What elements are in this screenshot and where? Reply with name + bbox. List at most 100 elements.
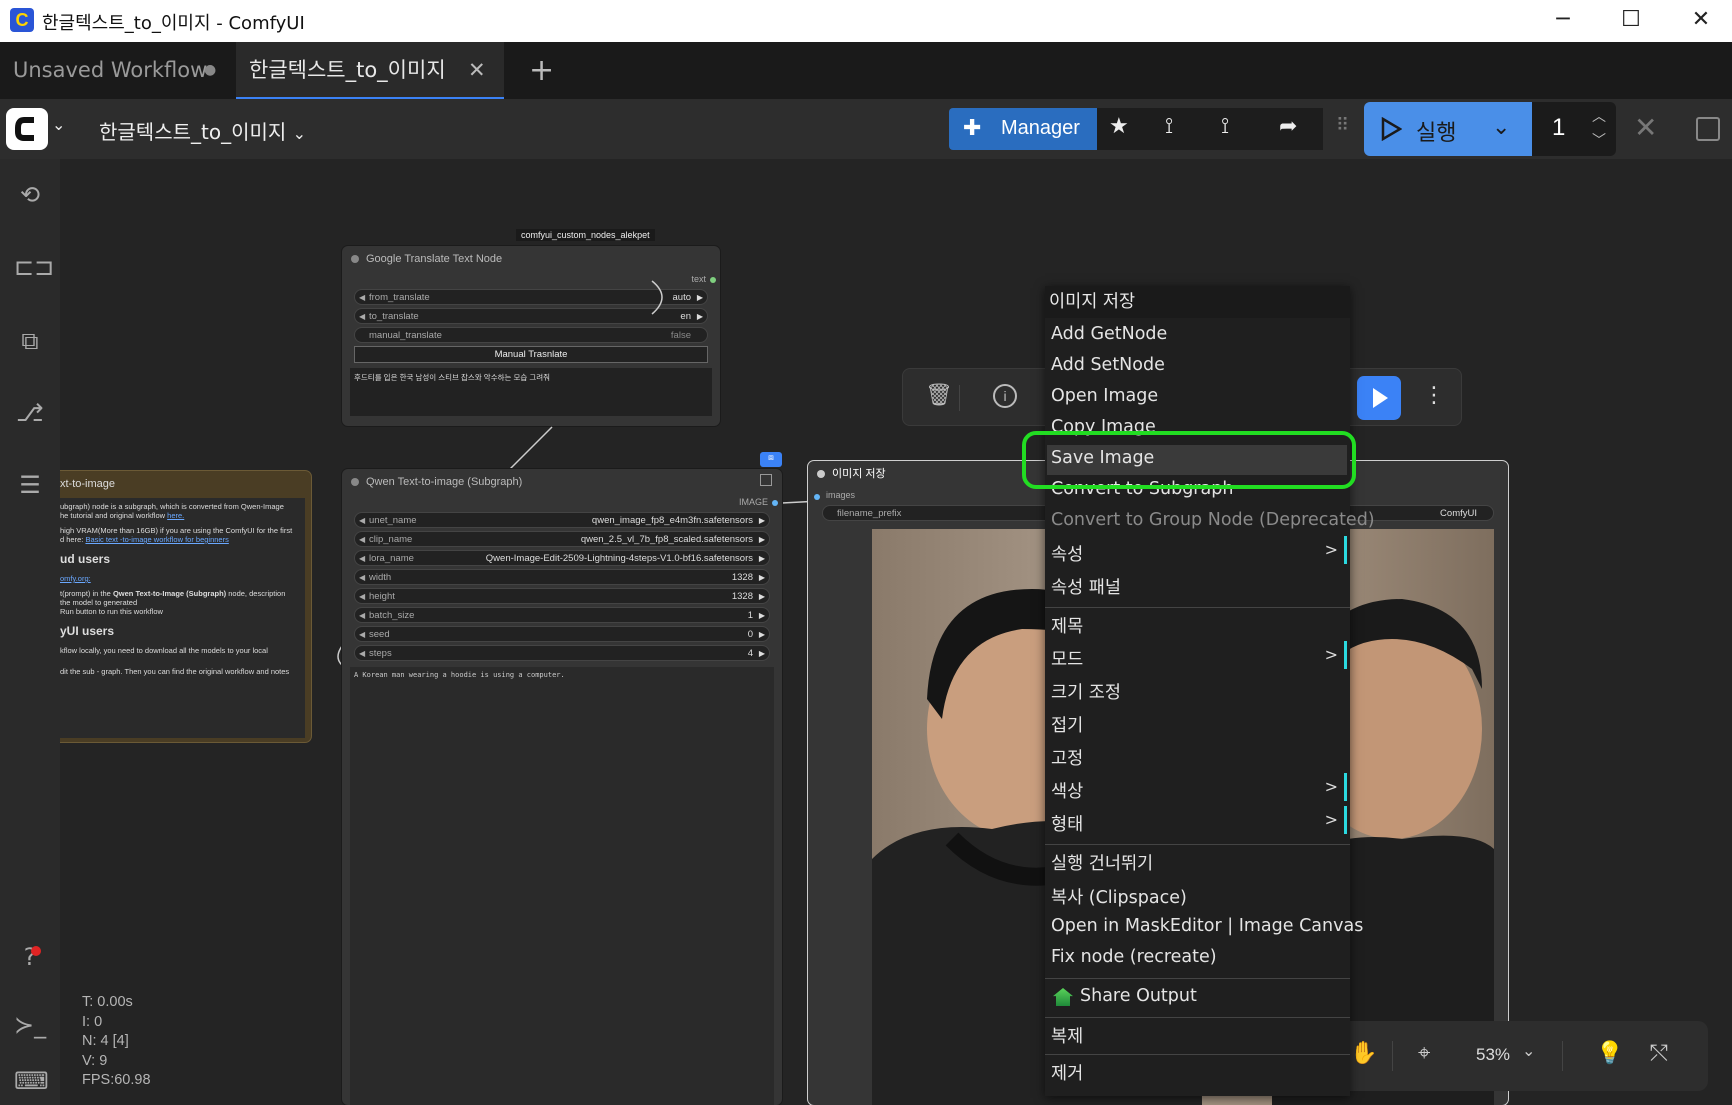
menu-item-open-maskeditor[interactable]: Open in MaskEditor | Image Canvas bbox=[1051, 916, 1363, 936]
menu-item-copy-clipspace[interactable]: 복사 (Clipspace) bbox=[1051, 884, 1187, 909]
widget-clip-name[interactable]: ◀ clip_name qwen_2.5_vl_7b_fp8_scaled.safe… bbox=[354, 531, 770, 547]
minimize-button[interactable]: ─ bbox=[1528, 0, 1598, 42]
widget-value: Qwen-Image-Edit-2509-Lightning-4steps-V1… bbox=[485, 553, 753, 564]
model-library-icon[interactable]: ⧉ bbox=[14, 325, 46, 357]
widget-height[interactable]: ◀ height 1328 ▶ bbox=[354, 588, 770, 604]
workflows-icon[interactable]: ⎇ bbox=[14, 397, 46, 429]
run-selected-button[interactable] bbox=[1357, 376, 1401, 420]
close-tab-icon[interactable]: ✕ bbox=[468, 42, 486, 99]
tab-hangul-text-to-image[interactable]: 한글텍스트_to_이미지 ✕ bbox=[236, 42, 504, 99]
play-icon bbox=[1381, 117, 1402, 141]
node-collapse-dot[interactable] bbox=[817, 470, 825, 478]
menu-item-clone[interactable]: 복제 bbox=[1051, 1023, 1083, 1048]
widget-value: ComfyUI bbox=[1440, 508, 1477, 519]
stat-v: V: 9 bbox=[82, 1052, 108, 1069]
trash-icon[interactable]: 🗑 bbox=[925, 383, 953, 408]
menu-separator bbox=[1045, 607, 1350, 608]
model-download-icon[interactable]: ⟟ bbox=[1165, 114, 1173, 139]
menu-item-add-setnode[interactable]: Add SetNode bbox=[1051, 355, 1165, 375]
workflow-name-dropdown[interactable]: 한글텍스트_to_이미지 ⌄ bbox=[99, 116, 306, 145]
play-icon bbox=[1373, 388, 1388, 408]
arrow-right-icon: ▶ bbox=[758, 630, 765, 639]
node-context-menu: 이미지 저장 Add GetNode Add SetNode Open Imag… bbox=[1045, 286, 1375, 1096]
help-icon[interactable]: ? bbox=[14, 941, 46, 973]
drag-handle-icon[interactable]: ⠿ bbox=[1336, 115, 1349, 136]
subgraph-badge-icon[interactable]: ⧈ bbox=[760, 452, 782, 467]
menu-item-fix-node[interactable]: Fix node (recreate) bbox=[1051, 947, 1217, 967]
menu-item-properties[interactable]: 속성 bbox=[1051, 541, 1083, 566]
run-button[interactable]: 실행 ⌄ bbox=[1364, 102, 1532, 156]
run-label: 실행 bbox=[1416, 121, 1457, 146]
model-update-icon[interactable]: ⟟ bbox=[1221, 114, 1229, 139]
output-slot[interactable] bbox=[772, 500, 778, 506]
menu-item-mode[interactable]: 모드 bbox=[1051, 646, 1083, 671]
queue-count-stepper[interactable]: 1 ︿ ﹀ bbox=[1532, 102, 1616, 156]
arrow-left-icon: ◀ bbox=[359, 554, 366, 563]
widget-value: 1328 bbox=[731, 572, 753, 583]
menu-item-color[interactable]: 색상 bbox=[1051, 778, 1083, 803]
comfy-menu-logo[interactable] bbox=[6, 108, 48, 150]
menu-item-resize[interactable]: 크기 조정 bbox=[1051, 679, 1121, 704]
menu-separator bbox=[1045, 978, 1350, 979]
share-output-icon bbox=[1053, 988, 1073, 1006]
tab-unsaved-workflow[interactable]: Unsaved Workflow ● bbox=[0, 42, 234, 99]
more-options-icon[interactable]: ⋮ bbox=[1423, 383, 1445, 408]
widget-value: 1328 bbox=[731, 591, 753, 602]
widget-value: 1 bbox=[747, 610, 753, 621]
prompt-text-area[interactable]: A Korean man wearing a hoodie is using a… bbox=[350, 667, 774, 1105]
widget-width[interactable]: ◀ width 1328 ▶ bbox=[354, 569, 770, 585]
stat-nodes: N: 4 [4] bbox=[82, 1033, 129, 1049]
lightbulb-icon[interactable]: 💡 bbox=[1596, 1041, 1623, 1066]
menu-item-properties-panel[interactable]: 속성 패널 bbox=[1051, 574, 1121, 599]
close-window-button[interactable]: ✕ bbox=[1666, 0, 1732, 42]
clear-queue-icon[interactable]: ✕ bbox=[1634, 111, 1657, 144]
hand-tool-icon[interactable]: ✋ bbox=[1350, 1041, 1377, 1066]
menu-item-add-getnode[interactable]: Add GetNode bbox=[1051, 324, 1167, 344]
menu-item-bypass[interactable]: 실행 건너뛰기 bbox=[1051, 850, 1153, 875]
graph-canvas[interactable]: xt-to-image ubgraph) node is a subgraph,… bbox=[60, 159, 1732, 1105]
menu-item-title[interactable]: 제목 bbox=[1051, 613, 1083, 638]
widget-batch-size[interactable]: ◀ batch_size 1 ▶ bbox=[354, 607, 770, 623]
templates-icon[interactable]: ☰ bbox=[14, 469, 46, 501]
widget-lora-name[interactable]: ◀ lora_name Qwen-Image-Edit-2509-Lightning… bbox=[354, 550, 770, 566]
zoom-chevron-down-icon[interactable]: ⌄ bbox=[1522, 1041, 1535, 1061]
info-icon[interactable]: i bbox=[993, 384, 1017, 408]
qwen-text-to-image-node[interactable]: Qwen Text-to-image (Subgraph) IMAGE ◀ une… bbox=[342, 469, 782, 1105]
node-collapse-dot[interactable] bbox=[351, 478, 359, 486]
toggle-links-icon[interactable]: ⤲ bbox=[1650, 1041, 1668, 1066]
run-options-chevron-icon[interactable]: ⌄ bbox=[1492, 114, 1510, 140]
menu-item-share-output[interactable]: Share Output bbox=[1080, 986, 1197, 1006]
terminal-icon[interactable]: ≻_ bbox=[14, 1009, 46, 1041]
menu-item-collapse[interactable]: 접기 bbox=[1051, 712, 1083, 737]
unsaved-dot-icon: ● bbox=[204, 62, 217, 78]
maximize-button[interactable]: ☐ bbox=[1596, 0, 1666, 42]
puzzle-icon: ✚ bbox=[963, 115, 982, 140]
node-library-icon[interactable]: ⊏⊐ bbox=[14, 251, 54, 283]
widget-steps[interactable]: ◀ steps 4 ▶ bbox=[354, 645, 770, 661]
menu-item-shape[interactable]: 형태 bbox=[1051, 811, 1083, 836]
menu-chevron-down-icon[interactable]: ⌄ bbox=[52, 115, 65, 134]
open-subgraph-icon[interactable] bbox=[760, 474, 772, 486]
decrement-icon[interactable]: ﹀ bbox=[1592, 130, 1606, 150]
star-icon[interactable]: ★ bbox=[1109, 114, 1129, 139]
stat-fps: FPS:60.98 bbox=[82, 1072, 151, 1088]
divider bbox=[1562, 1041, 1563, 1071]
manager-button[interactable]: ✚ Manager bbox=[949, 108, 1097, 150]
node-title-text: Qwen Text-to-image (Subgraph) bbox=[366, 476, 523, 488]
add-tab-button[interactable]: + bbox=[516, 42, 560, 99]
widget-unet-name[interactable]: ◀ unet_name qwen_image_fp8_e4m3fn.safetens… bbox=[354, 512, 770, 528]
keyboard-shortcuts-icon[interactable]: ⌨ bbox=[14, 1065, 49, 1097]
widget-seed[interactable]: ◀ seed 0 ▶ bbox=[354, 626, 770, 642]
menu-item-open-image[interactable]: Open Image bbox=[1051, 386, 1158, 406]
share-arrow-icon[interactable]: ➦ bbox=[1279, 114, 1297, 139]
tab-label: Unsaved Workflow bbox=[13, 58, 208, 82]
arrow-right-icon: ▶ bbox=[758, 573, 765, 582]
history-icon[interactable]: ⟲ bbox=[14, 179, 46, 211]
menu-item-remove[interactable]: 제거 bbox=[1051, 1060, 1083, 1085]
zoom-level[interactable]: 53% bbox=[1476, 1045, 1510, 1065]
input-slot[interactable] bbox=[814, 494, 820, 500]
fit-view-icon[interactable]: ⌖ bbox=[1418, 1041, 1430, 1066]
menu-item-pin[interactable]: 고정 bbox=[1051, 745, 1083, 770]
increment-icon[interactable]: ︿ bbox=[1592, 106, 1606, 126]
toggle-panel-icon[interactable] bbox=[1696, 117, 1720, 141]
